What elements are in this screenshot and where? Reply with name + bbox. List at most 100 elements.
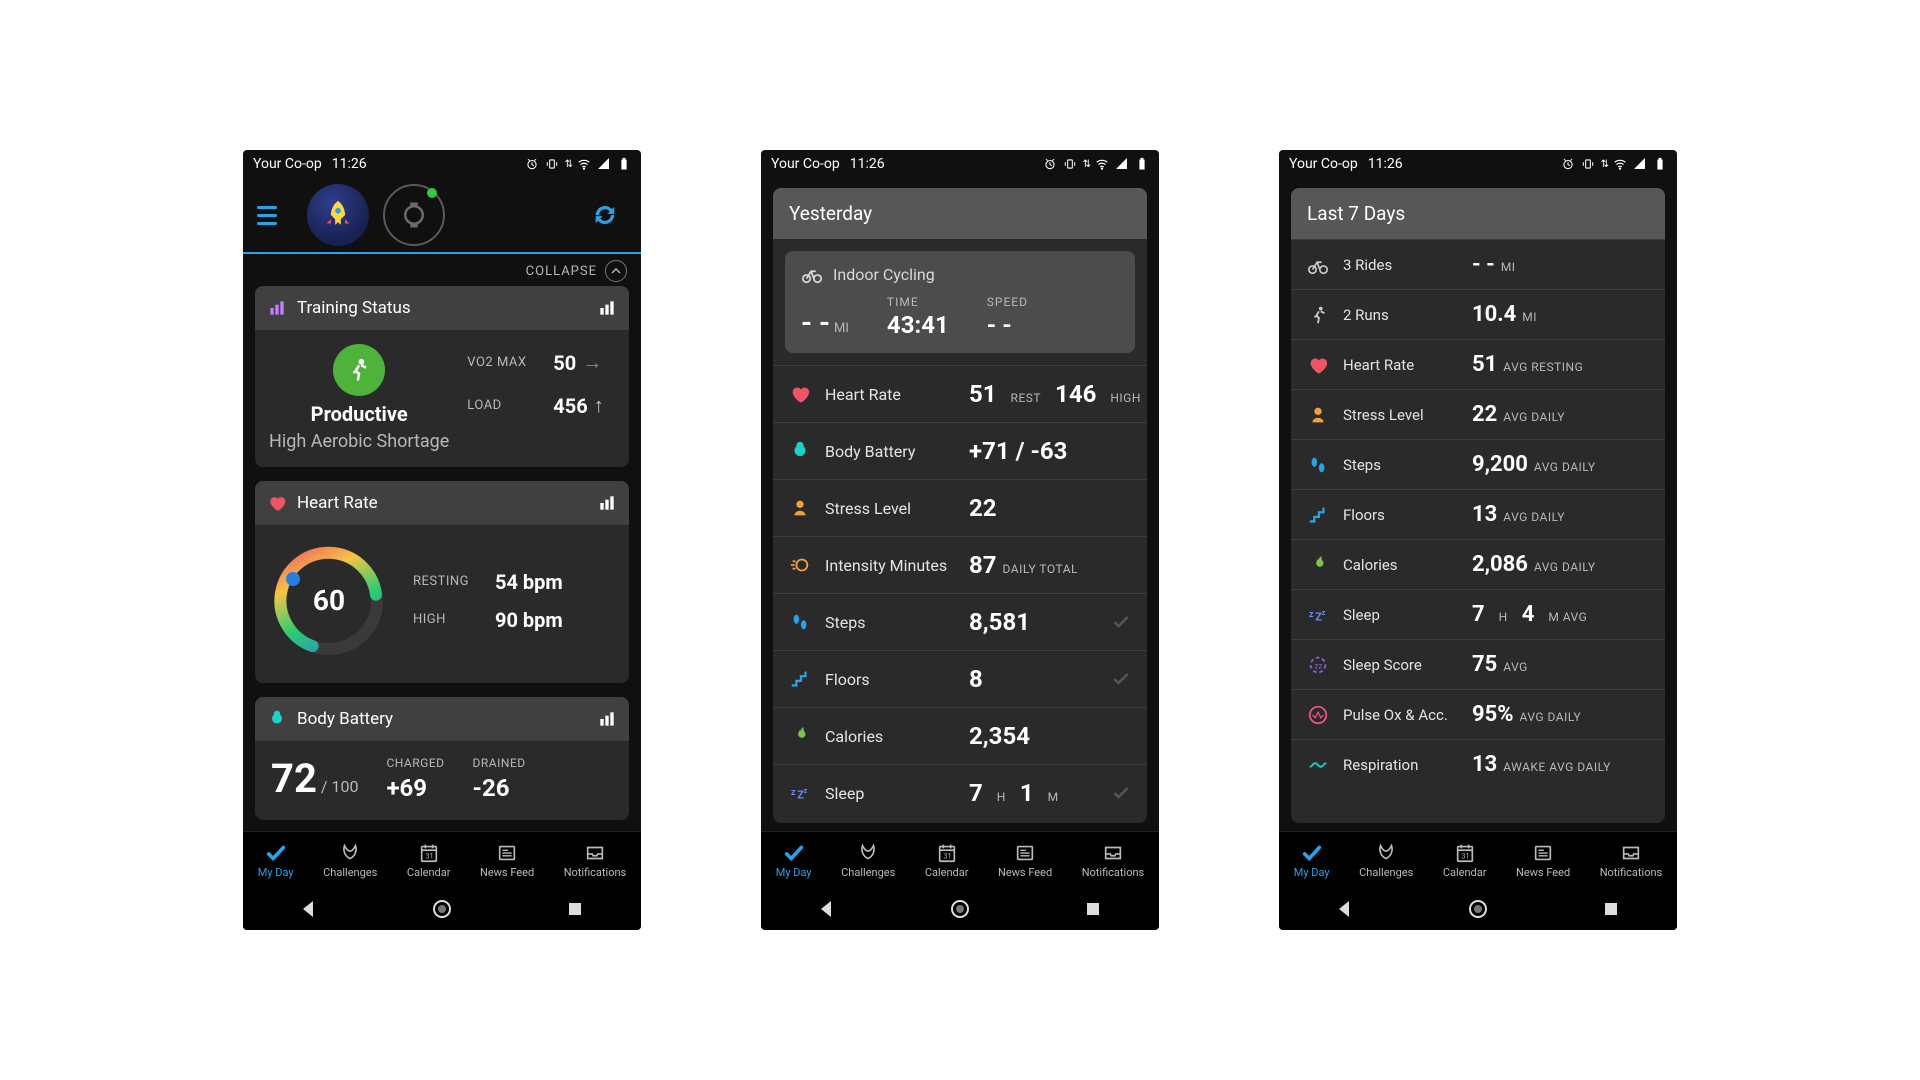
nav-challenges[interactable]: Challenges [323,842,377,879]
arrow-up-icon: ↑ [594,393,604,418]
carrier-label: Your Co-op [1289,156,1358,172]
list-item-value: 2,354 [969,722,1131,750]
menu-button[interactable] [249,197,293,233]
collapse-toggle[interactable]: COLLAPSE [243,254,641,286]
list-item[interactable]: Sleep7H1M [773,764,1147,821]
chart-icon[interactable] [597,298,617,318]
list-item[interactable]: Body Battery+71 / -63 [773,422,1147,479]
stress-icon [789,497,811,519]
list-item[interactable]: Sleep7H4M AVG [1291,589,1665,639]
phone-2: Your Co-op11:26 ⇅ Yesterday Indoor Cycli… [761,150,1159,930]
home-button[interactable] [430,897,454,921]
nav-my-day[interactable]: My Day [776,842,812,879]
recents-button[interactable] [1599,897,1623,921]
nav-calendar[interactable]: Calendar [1443,842,1487,879]
sleepscore-icon [1307,654,1329,676]
nav-notifications[interactable]: Notifications [1600,842,1663,879]
phone-3: Your Co-op 11:26 ⇅ Last 7 Days 3 Rides- -… [1279,150,1677,930]
back-button[interactable] [297,897,321,921]
inbox-icon [584,842,606,864]
training-status-header: Training Status [255,286,629,330]
activity-name: Indoor Cycling [833,265,935,284]
device-connected-dot [427,188,437,198]
check-icon [1111,783,1131,803]
list-item[interactable]: Sleep Score75AVG [1291,639,1665,689]
nav-challenges-label: Challenges [323,866,377,879]
list-item[interactable]: 2 Runs10.4MI [1291,289,1665,339]
nav-notifications[interactable]: Notifications [564,842,627,879]
phone-1: Your Co-op 11:26 ⇅ COLLAPSE [243,150,641,930]
list-item[interactable]: Heart Rate51AVG RESTING [1291,339,1665,389]
activity-speed-value: - - [987,311,1028,339]
nav-news-feed[interactable]: News Feed [480,842,534,879]
list-item[interactable]: Calories2,086AVG DAILY [1291,539,1665,589]
profile-avatar[interactable] [307,184,369,246]
training-status-sub: High Aerobic Shortage [269,432,449,453]
list-item[interactable]: Intensity Minutes87DAILY TOTAL [773,536,1147,593]
home-button[interactable] [948,897,972,921]
nav-calendar[interactable]: Calendar [925,842,969,879]
list-item-label: Floors [825,670,955,689]
clock-label: 11:26 [1368,156,1403,172]
training-status-card[interactable]: Training Status Productive High Aerobic … [255,286,629,467]
nav-challenges[interactable]: Challenges [841,842,895,879]
list-item[interactable]: Floors8 [773,650,1147,707]
list-item[interactable]: 3 Rides- -MI [1291,239,1665,289]
list-item[interactable]: Calories 2,354 [773,707,1147,764]
calendar-icon [1454,842,1476,864]
nav-news-feed-label: News Feed [480,866,534,879]
activity-time-value: 43:41 [887,311,949,339]
list-item[interactable]: Stress Level22 [773,479,1147,536]
yesterday-card[interactable]: Yesterday Indoor Cycling - -MI TIME43:41… [773,188,1147,823]
body-battery-card[interactable]: Body Battery 72 / 100 CHARGED +69 DRAINE… [255,697,629,820]
wifi-icon [1613,157,1627,171]
activity-card[interactable]: Indoor Cycling - -MI TIME43:41 SPEED- - [785,251,1135,353]
wifi-updown-icon: ⇅ [1601,159,1609,170]
list-item-value: 10.4MI [1472,302,1649,327]
list-item-label: Sleep [1343,606,1458,624]
bottom-nav: My Day Challenges Calendar News Feed Not… [761,831,1159,888]
vibrate-icon [1581,157,1595,171]
chart-icon[interactable] [597,709,617,729]
last-7-days-title: Last 7 Days [1291,188,1665,239]
last-7-days-card[interactable]: Last 7 Days 3 Rides- -MI2 Runs10.4MIHear… [1291,188,1665,823]
list-item-label: Body Battery [825,442,955,461]
back-button[interactable] [1333,897,1357,921]
list-item-label: Calories [825,727,955,746]
body-battery-title: Body Battery [297,709,393,729]
activity-distance: - - [801,306,830,339]
device-button[interactable] [383,184,445,246]
check-icon [1301,842,1323,864]
load-label: LOAD [467,398,535,413]
list-item-value: 22AVG DAILY [1472,402,1649,427]
list-item[interactable]: Respiration13AWAKE AVG DAILY [1291,739,1665,789]
battery-icon [1653,157,1667,171]
list-item-value: 51AVG RESTING [1472,352,1649,377]
heart-rate-card[interactable]: Heart Rate 60 RESTING 54 bpm [255,481,629,683]
list-item[interactable]: Steps8,581 [773,593,1147,650]
nav-my-day[interactable]: My Day [1294,842,1330,879]
recents-button[interactable] [563,897,587,921]
list-item[interactable]: Steps9,200AVG DAILY [1291,439,1665,489]
home-button[interactable] [1466,897,1490,921]
list-item[interactable]: Pulse Ox & Acc.95%AVG DAILY [1291,689,1665,739]
status-bar: Your Co-op11:26 ⇅ [761,150,1159,178]
list-item[interactable]: Floors13AVG DAILY [1291,489,1665,539]
nav-challenges[interactable]: Challenges [1359,842,1413,879]
nav-my-day[interactable]: My Day [258,842,294,879]
content-area[interactable]: Training Status Productive High Aerobic … [243,286,641,831]
recents-button[interactable] [1081,897,1105,921]
nav-news-feed[interactable]: News Feed [1516,842,1570,879]
news-icon [1532,842,1554,864]
list-item[interactable]: Heart Rate51REST146HIGH [773,365,1147,422]
nav-news-feed[interactable]: News Feed [998,842,1052,879]
nav-notifications[interactable]: Notifications [1082,842,1145,879]
list-item-value: - -MI [1472,252,1649,277]
list-item[interactable]: Stress Level22AVG DAILY [1291,389,1665,439]
sync-button[interactable] [585,195,625,235]
nav-calendar[interactable]: Calendar [407,842,451,879]
back-button[interactable] [815,897,839,921]
list-item-label: Sleep Score [1343,656,1458,674]
chart-icon[interactable] [597,493,617,513]
vibrate-icon [1063,157,1077,171]
